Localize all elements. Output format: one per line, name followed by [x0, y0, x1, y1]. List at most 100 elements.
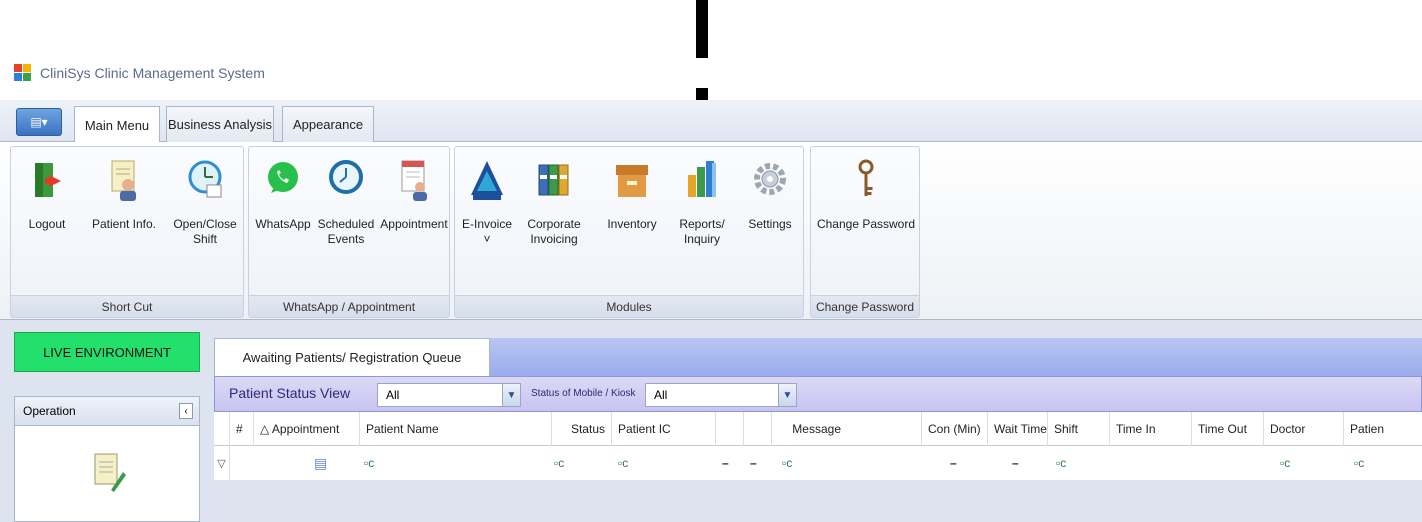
blank-1-filter-cell[interactable]: –	[722, 446, 729, 480]
column-header-shift[interactable]: Shift	[1048, 412, 1110, 446]
column-header-blank-2[interactable]	[744, 412, 772, 446]
logout-label: Logout	[28, 217, 66, 231]
title-bar: CliniSys Clinic Management System	[0, 58, 1422, 88]
column-header-doctor[interactable]: Doctor	[1264, 412, 1344, 446]
con-min-filter-cell[interactable]: –	[950, 446, 957, 480]
whatsapp-button[interactable]: WhatsApp	[253, 147, 313, 295]
box-icon	[612, 157, 652, 203]
scheduled-events-button[interactable]: Scheduled Events	[315, 147, 377, 295]
patient-filter-cell[interactable]: ▫c	[1354, 446, 1364, 480]
operation-panel-header: Operation ‹	[14, 396, 200, 426]
column-header-blank-1[interactable]	[716, 412, 744, 446]
notepad-pencil-icon[interactable]	[91, 450, 127, 499]
change-password-button-label: Change Password	[816, 217, 916, 231]
column-header-patient-name[interactable]: Patient Name	[360, 412, 552, 446]
window-title: CliniSys Clinic Management System	[40, 65, 265, 81]
whatsapp-appointment-group-label: WhatsApp / Appointment	[249, 295, 449, 317]
app-logo-icon	[14, 64, 32, 82]
doctor-filter-cell[interactable]: ▫c	[1280, 446, 1290, 480]
column-header-patient[interactable]: Patien	[1344, 412, 1422, 446]
ribbon-group-whatsapp-appointment: WhatsApp Scheduled Events Appointment Wh…	[248, 146, 450, 318]
whatsapp-label: WhatsApp	[255, 217, 311, 231]
column-header-appointment[interactable]: △ Appointment	[254, 412, 360, 446]
patient-info-label: Patient Info.	[91, 217, 157, 231]
corporate-invoicing-label: Corporate Invoicing	[527, 217, 581, 246]
tab-appearance[interactable]: Appearance	[282, 106, 374, 142]
tab-awaiting-patients[interactable]: Awaiting Patients/ Registration Queue	[214, 338, 490, 376]
wait-time-filter-cell[interactable]: –	[1012, 446, 1019, 480]
patient-ic-filter-cell[interactable]: ▫c	[618, 446, 628, 480]
e-invoice-label: E-Invoice ˅	[461, 217, 513, 246]
queue-filter-row: ▽ ▤ ▫c ▫c ▫c – – ▫c – – ▫c ▫c ▫c	[214, 446, 1422, 480]
ribbon-group-change-password: Change Password Change Password	[810, 146, 920, 318]
short-cut-group-label: Short Cut	[11, 295, 243, 317]
row-indicator-header	[214, 412, 230, 446]
scheduled-events-label: Scheduled Events	[317, 217, 375, 246]
appointment-filter-cell[interactable]: ▤	[314, 446, 327, 480]
patient-info-button[interactable]: Patient Info.	[83, 147, 165, 295]
whatsapp-icon	[263, 157, 303, 203]
logout-button[interactable]: Logout	[15, 147, 79, 295]
column-header-wait-time[interactable]: Wait Time	[988, 412, 1048, 446]
change-password-button[interactable]: Change Password	[813, 147, 919, 295]
column-header-number[interactable]: #	[230, 412, 254, 446]
einvoice-logo-icon	[467, 157, 507, 203]
collapse-panel-button[interactable]: ‹	[179, 403, 193, 419]
filter-row-indicator-icon: ▽	[214, 446, 230, 480]
mobile-kiosk-status-label: Status of Mobile / Kiosk	[531, 388, 636, 399]
patient-status-value: All	[386, 388, 400, 402]
clock-icon	[326, 157, 366, 203]
open-close-shift-button[interactable]: Open/Close Shift	[169, 147, 241, 295]
ribbon: Logout Patient Info. Open/Close Shift Sh…	[0, 142, 1422, 320]
open-close-shift-label: Open/Close Shift	[173, 217, 237, 246]
bar-chart-icon	[682, 157, 722, 203]
settings-label: Settings	[748, 217, 792, 231]
appointment-label: Appointment	[380, 217, 448, 231]
inventory-label: Inventory	[607, 217, 657, 231]
column-header-status[interactable]: Status	[552, 412, 612, 446]
chevron-down-icon[interactable]: ▼	[502, 384, 520, 406]
books-icon	[534, 157, 574, 203]
patient-name-filter-cell[interactable]: ▫c	[364, 446, 374, 480]
settings-button[interactable]: Settings	[737, 147, 803, 295]
tab-main-menu[interactable]: Main Menu	[74, 106, 160, 143]
queue-tab-strip: Awaiting Patients/ Registration Queue	[214, 338, 1422, 376]
tab-business-analysis[interactable]: Business Analysis	[166, 106, 274, 142]
reports-inquiry-button[interactable]: Reports/ Inquiry	[667, 147, 737, 295]
blank-2-filter-cell[interactable]: –	[750, 446, 757, 480]
door-exit-icon	[27, 157, 67, 203]
patient-status-select[interactable]: All ▼	[377, 383, 521, 407]
column-header-con-min[interactable]: Con (Min)	[922, 412, 988, 446]
live-environment-badge: LIVE ENVIRONMENT	[14, 332, 200, 372]
change-password-group-label: Change Password	[811, 295, 919, 317]
modules-group-label: Modules	[455, 295, 803, 317]
chevron-down-icon[interactable]: ▼	[778, 384, 796, 406]
calendar-user-icon	[394, 157, 434, 203]
status-filter-cell[interactable]: ▫c	[554, 446, 564, 480]
ribbon-group-modules: E-Invoice ˅ Corporate Invoicing Inventor…	[454, 146, 804, 318]
corporate-invoicing-button[interactable]: Corporate Invoicing	[519, 147, 589, 295]
queue-grid-header: # △ Appointment Patient Name Status Pati…	[214, 412, 1422, 446]
key-icon	[846, 157, 886, 203]
operation-label: Operation	[23, 404, 76, 418]
appointment-button[interactable]: Appointment	[379, 147, 449, 295]
shift-filter-cell[interactable]: ▫c	[1056, 446, 1066, 480]
queue-filter-bar: Patient Status View All ▼ Status of Mobi…	[214, 376, 1422, 412]
ribbon-tab-bar: ▤▾ Main Menu Business Analysis Appearanc…	[0, 100, 1422, 143]
main-panel: LIVE ENVIRONMENT Operation ‹ Awaiting Pa…	[0, 320, 1422, 522]
application-menu-button[interactable]: ▤▾	[16, 108, 62, 136]
reports-inquiry-label: Reports/ Inquiry	[679, 217, 725, 246]
ribbon-group-short-cut: Logout Patient Info. Open/Close Shift Sh…	[10, 146, 244, 318]
mobile-kiosk-status-value: All	[654, 388, 668, 402]
gear-icon	[750, 157, 790, 203]
message-filter-cell[interactable]: ▫c	[782, 446, 792, 480]
column-header-time-in[interactable]: Time In	[1110, 412, 1192, 446]
mobile-kiosk-status-select[interactable]: All ▼	[645, 383, 797, 407]
inventory-button[interactable]: Inventory	[597, 147, 667, 295]
operation-panel-content	[14, 426, 200, 522]
column-header-time-out[interactable]: Time Out	[1192, 412, 1264, 446]
column-header-patient-ic[interactable]: Patient IC	[612, 412, 716, 446]
column-header-message[interactable]: Message	[772, 412, 922, 446]
e-invoice-button[interactable]: E-Invoice ˅	[457, 147, 517, 295]
patient-status-view-label: Patient Status View	[229, 385, 351, 401]
